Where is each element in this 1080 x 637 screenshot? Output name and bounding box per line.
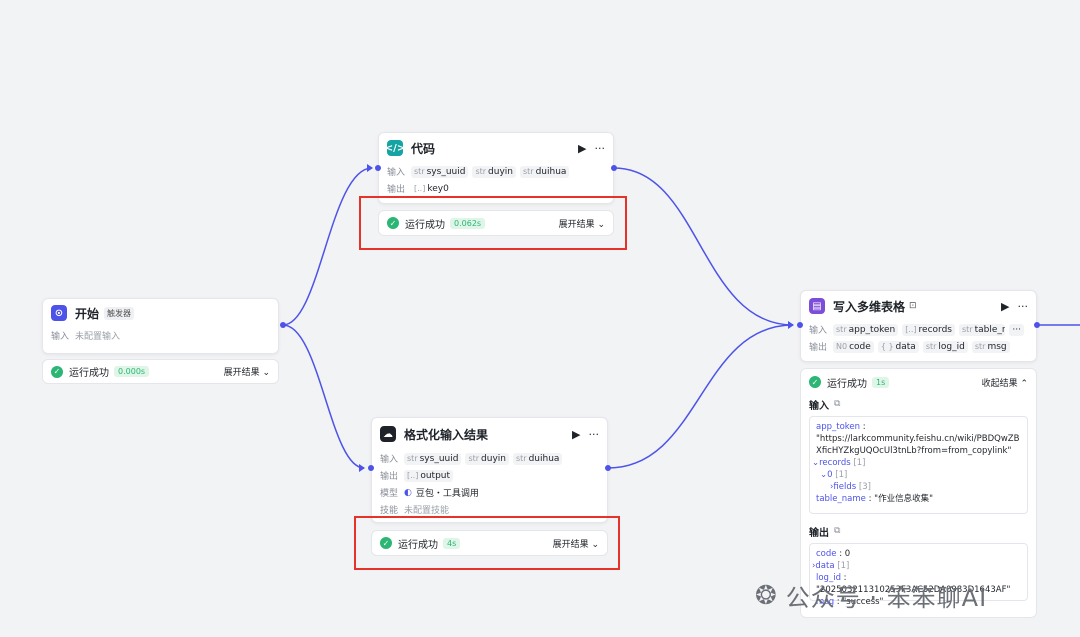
input-chip: str duyin: [465, 452, 509, 465]
code-input-port[interactable]: [375, 165, 381, 171]
more-icon[interactable]: ···: [1018, 300, 1029, 313]
model-icon: ☁: [380, 426, 396, 442]
run-icon[interactable]: ▶: [578, 142, 586, 155]
write-status-text: 运行成功: [827, 378, 867, 390]
output-chip: { } data: [877, 340, 919, 353]
output-chip: [..] output: [404, 469, 454, 482]
trigger-badge: 触发器: [104, 306, 135, 320]
format-skill-value: 未配置技能: [404, 506, 450, 516]
format-node-title: 格式化输入结果: [404, 427, 489, 442]
code-node[interactable]: </> 代码 ▶ ··· 输入 str sys_uuid str duyin str…: [378, 132, 614, 204]
start-node[interactable]: ⊙ 开始 触发器 输入 未配置输入: [42, 298, 279, 354]
write-collapse-button[interactable]: 收起结果 ⌃: [982, 376, 1028, 389]
start-icon: ⊙: [51, 305, 67, 321]
input-chip: str sys_uuid: [411, 165, 469, 178]
highlight-box-code-status: [359, 196, 627, 250]
format-input-port[interactable]: [368, 465, 374, 471]
input-chip: str duyin: [472, 165, 516, 178]
write-time-badge: 1s: [872, 376, 890, 388]
write-input-port[interactable]: [797, 322, 803, 328]
write-table-node[interactable]: ▤ 写入多维表格 ⊡ ▶ ··· 输入 str app_token [..] rec…: [800, 290, 1037, 362]
wechat-icon: ❂: [755, 580, 778, 611]
format-input-label: 输入: [380, 455, 399, 465]
input-chip: strtable_name: [959, 323, 1006, 336]
format-output-port[interactable]: [605, 465, 611, 471]
input-section-title: 输入: [809, 400, 829, 412]
watermark: ❂ 公众号 · 笨笨聊AI: [755, 578, 987, 613]
run-icon[interactable]: ▶: [572, 428, 580, 441]
start-status-bar: ✓ 运行成功 0.000s 展开结果 ⌄: [42, 359, 279, 384]
code-icon: </>: [385, 140, 405, 156]
output-chip: str log_id: [922, 340, 968, 353]
format-node[interactable]: ☁ 格式化输入结果 ▶ ··· 输入 str sys_uuid str duyin …: [371, 417, 608, 523]
start-time-badge: 0.000s: [114, 366, 150, 377]
input-chip: str sys_uuid: [404, 452, 462, 465]
format-model-label: 模型: [380, 489, 399, 499]
write-output-label: 输出: [809, 343, 828, 353]
format-skill-label: 技能: [380, 506, 399, 516]
code-output-label: 输出: [387, 185, 406, 195]
app-token-value: "https://larkcommunity.feishu.cn/wiki/PB…: [816, 434, 1020, 456]
arrow-into-code: [367, 164, 373, 172]
start-expand-button[interactable]: 展开结果 ⌄: [224, 365, 270, 378]
edge-code-to-write: [613, 167, 794, 326]
input-chip: str duihua: [512, 452, 563, 465]
code-output-port[interactable]: [611, 165, 617, 171]
success-check-icon: ✓: [809, 376, 821, 388]
format-model-value: 豆包・工具调用: [415, 489, 479, 499]
success-check-icon: ✓: [51, 365, 63, 378]
edge-format-to-write: [607, 324, 794, 469]
more-icon[interactable]: ···: [589, 428, 600, 441]
copy-icon[interactable]: ⧉: [834, 399, 840, 409]
code-input-label: 输入: [387, 168, 406, 178]
watermark-text: 公众号 · 笨笨聊AI: [785, 584, 988, 612]
start-input-label: 输入: [51, 332, 70, 342]
input-chip: [..] records: [902, 323, 955, 336]
output-chip: [..] key0: [414, 183, 449, 194]
more-icon[interactable]: ···: [595, 142, 606, 155]
output-chip: str msg: [971, 340, 1010, 353]
start-output-port[interactable]: [280, 322, 286, 328]
run-icon[interactable]: ▶: [1001, 300, 1009, 313]
input-json-box: app_token : "https://larkcommunity.feish…: [809, 416, 1028, 514]
output-chip: N0 code: [833, 340, 874, 353]
start-input-value: 未配置输入: [75, 332, 121, 342]
node-note-icon: ⊡: [909, 301, 917, 311]
copy-icon[interactable]: ⧉: [834, 526, 840, 536]
doubao-icon: ◐: [404, 487, 412, 498]
code-node-title: 代码: [411, 141, 436, 156]
more-inputs-button[interactable]: ···: [1009, 323, 1024, 336]
edge-start-to-format: [282, 324, 365, 469]
write-node-title: 写入多维表格: [833, 299, 906, 314]
workflow-canvas[interactable]: ⊙ 开始 触发器 输入 未配置输入 ✓ 运行成功 0.000s 展开结果 ⌄ <…: [0, 0, 1080, 637]
output-section-title: 输出: [809, 527, 829, 539]
arrow-into-write: [788, 321, 794, 329]
highlight-box-format-status: [354, 516, 620, 570]
arrow-into-format: [359, 464, 365, 472]
input-chip: str duihua: [519, 165, 570, 178]
write-input-label: 输入: [809, 326, 828, 336]
format-output-label: 输出: [380, 472, 399, 482]
write-output-port[interactable]: [1034, 322, 1040, 328]
start-status-text: 运行成功: [69, 368, 109, 379]
input-chip: str app_token: [833, 323, 899, 336]
start-node-title: 开始: [75, 306, 100, 321]
table-icon: ▤: [809, 298, 825, 314]
